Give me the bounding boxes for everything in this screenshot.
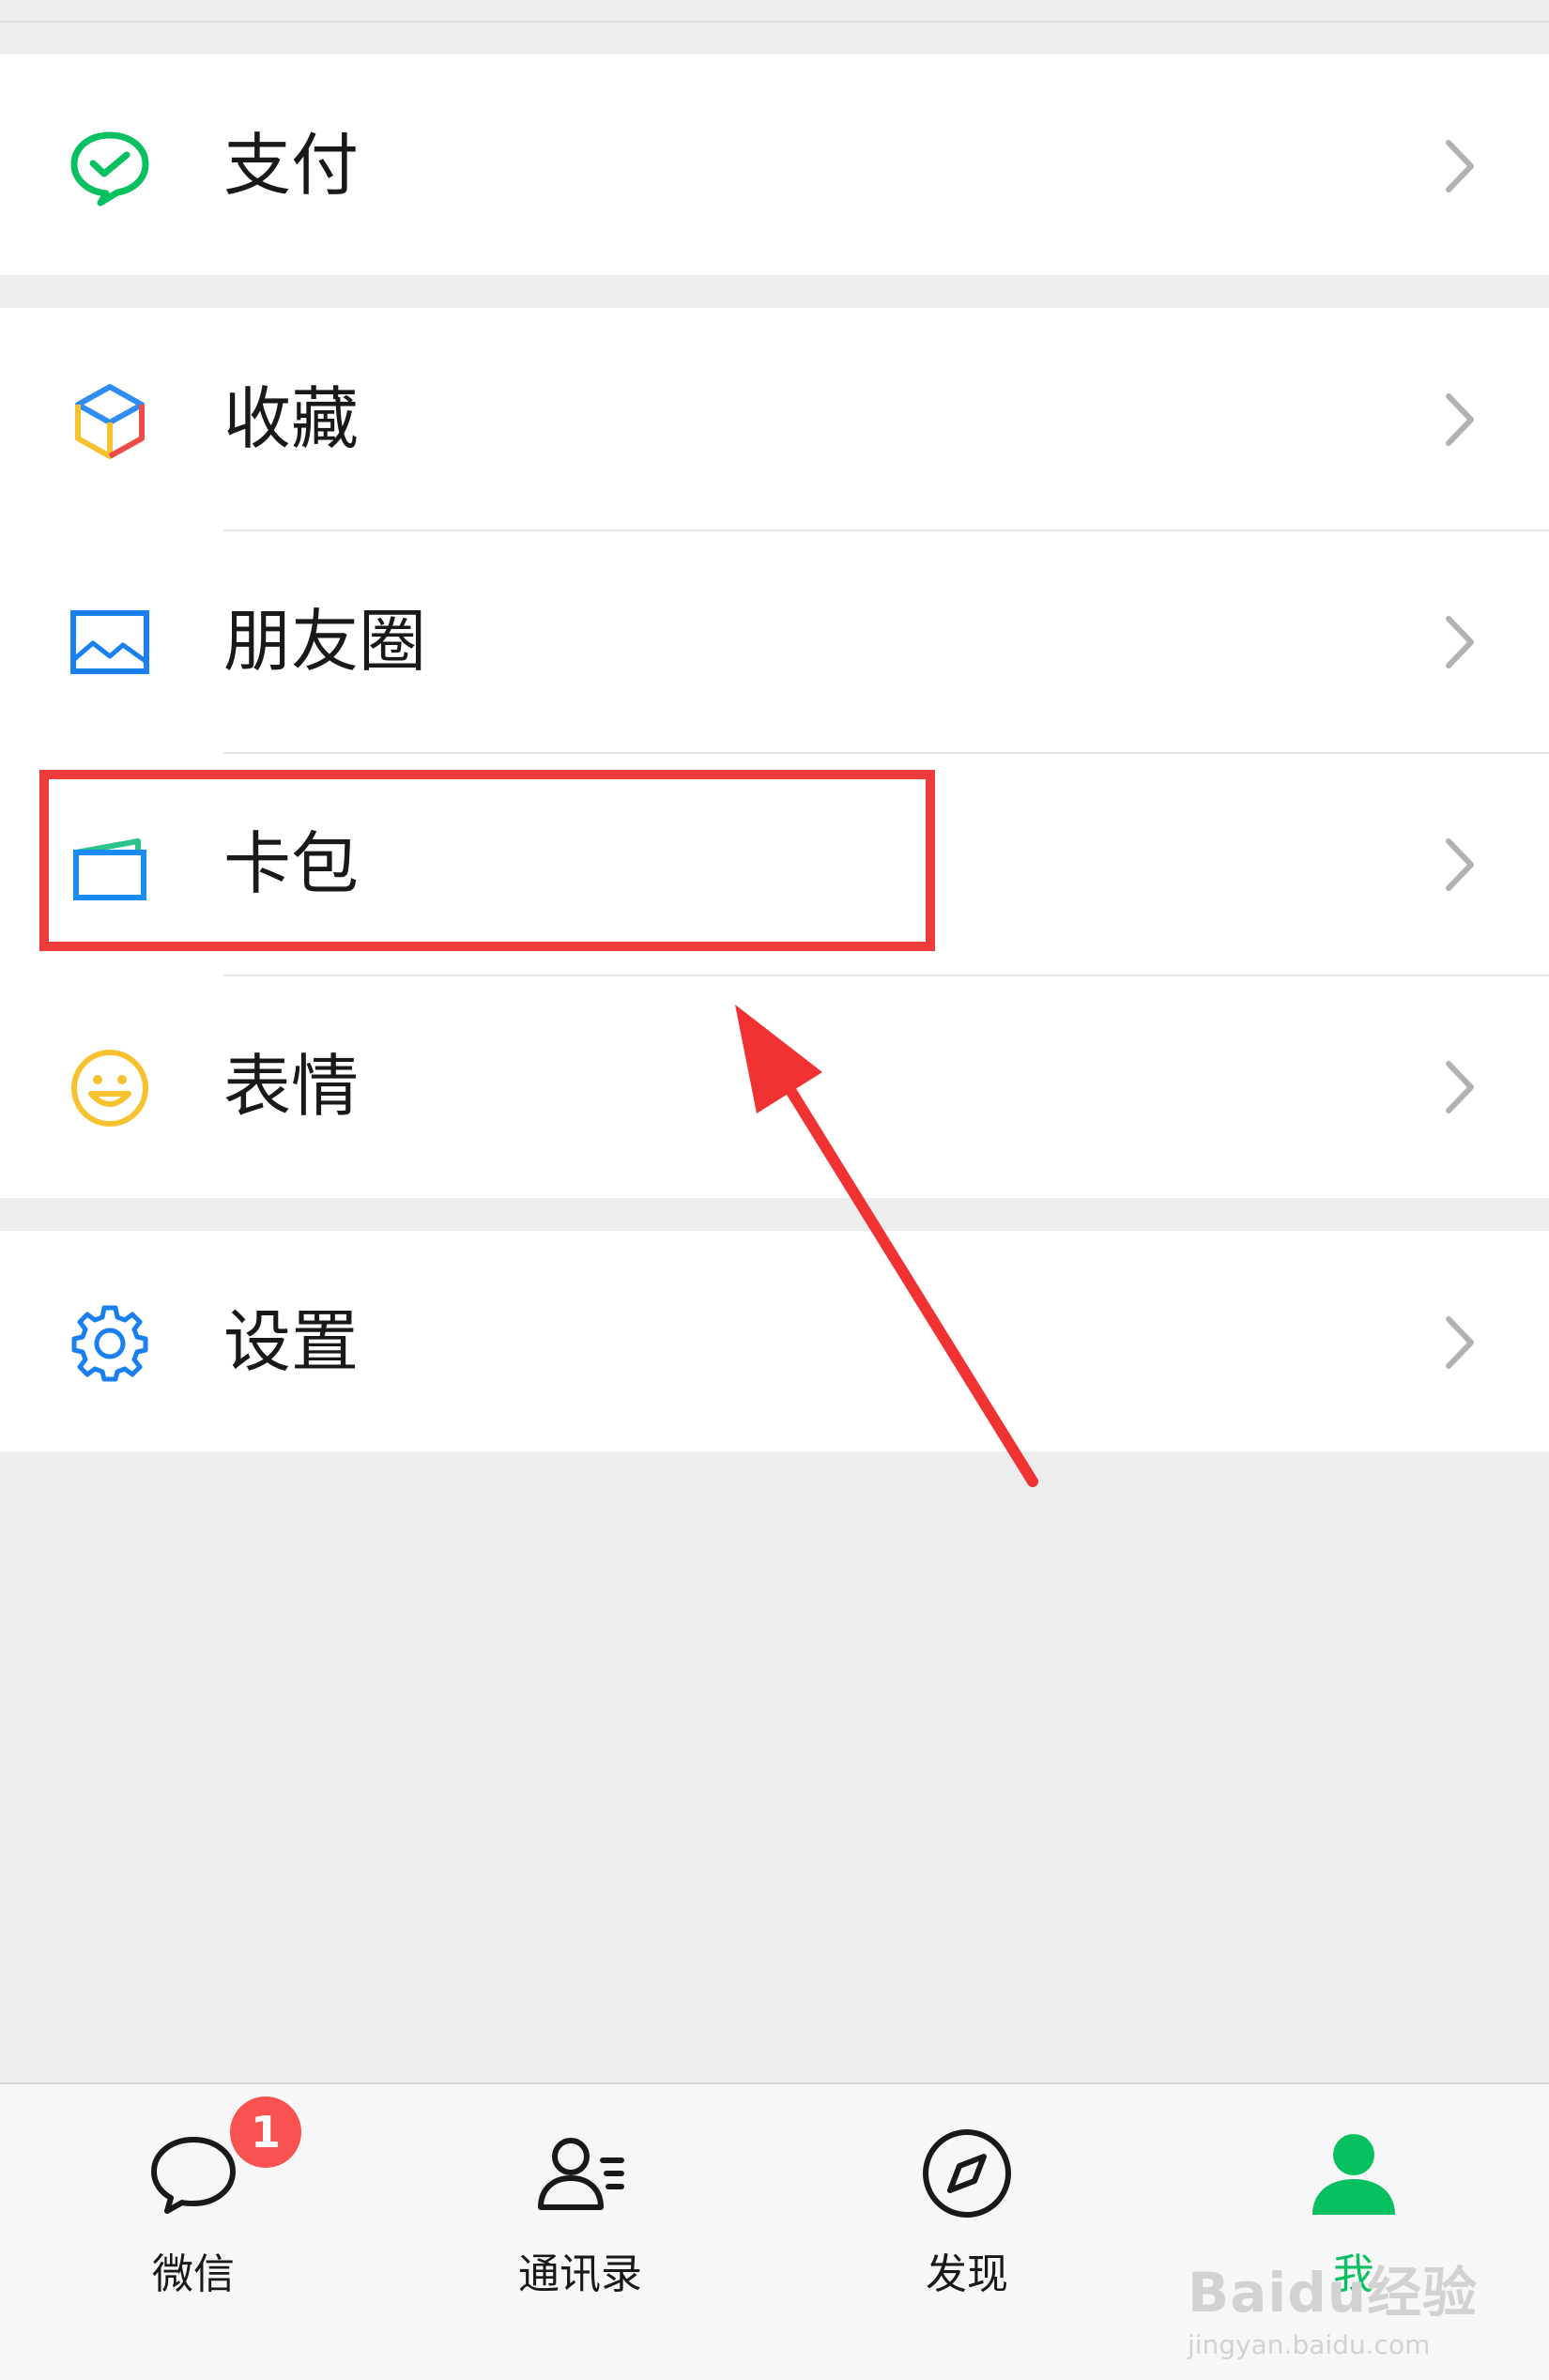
menu-group-pay: 支付 xyxy=(0,54,1549,275)
contacts-icon xyxy=(533,2127,627,2220)
menu-item-pay[interactable]: 支付 xyxy=(0,54,1549,277)
wechat-pay-icon xyxy=(69,126,151,208)
top-divider xyxy=(0,0,1549,23)
chevron-right-icon xyxy=(1441,1058,1479,1116)
watermark-brand: Baidu经验 xyxy=(1188,2261,1479,2325)
compass-icon xyxy=(920,2127,1014,2220)
favorites-cube-icon xyxy=(69,379,151,462)
settings-gear-icon xyxy=(69,1302,151,1385)
tab-discover[interactable]: 发现 xyxy=(774,2084,1160,2380)
watermark-url: jingyan.baidu.com xyxy=(1188,2329,1431,2360)
unread-badge: 1 xyxy=(230,2096,301,2168)
menu-item-stickers[interactable]: 表情 xyxy=(0,975,1549,1198)
chat-bubble-icon xyxy=(146,2127,240,2220)
tab-label: 微信 xyxy=(152,2250,235,2298)
highlight-box xyxy=(39,770,935,951)
chevron-right-icon xyxy=(1441,1313,1479,1372)
menu-item-label: 支付 xyxy=(223,126,360,205)
chevron-right-icon xyxy=(1441,836,1479,894)
chevron-right-icon xyxy=(1441,137,1479,195)
tab-chats[interactable]: 微信 xyxy=(0,2084,387,2380)
chevron-right-icon xyxy=(1441,391,1479,449)
tab-label: 通讯录 xyxy=(518,2250,642,2298)
menu-group-settings: 设置 xyxy=(0,1231,1549,1451)
menu-group-main: 收藏 朋友圈 卡包 表情 xyxy=(0,308,1549,1198)
baidu-jingyan-watermark: Baidu经验 jingyan.baidu.com xyxy=(1188,2249,1478,2360)
moments-picture-icon xyxy=(69,602,151,684)
chevron-right-icon xyxy=(1441,613,1479,671)
menu-item-favorites[interactable]: 收藏 xyxy=(0,308,1549,530)
menu-item-label: 收藏 xyxy=(223,379,360,458)
menu-item-settings[interactable]: 设置 xyxy=(0,1231,1549,1453)
menu-item-label: 表情 xyxy=(223,1047,360,1126)
tab-contacts[interactable]: 通讯录 xyxy=(387,2084,774,2380)
tab-label: 发现 xyxy=(926,2250,1008,2298)
menu-item-label: 设置 xyxy=(223,1302,360,1381)
me-person-icon xyxy=(1307,2127,1401,2220)
menu-item-moments[interactable]: 朋友圈 xyxy=(0,530,1549,753)
emoji-smile-icon xyxy=(69,1047,151,1129)
menu-item-label: 朋友圈 xyxy=(223,602,427,681)
